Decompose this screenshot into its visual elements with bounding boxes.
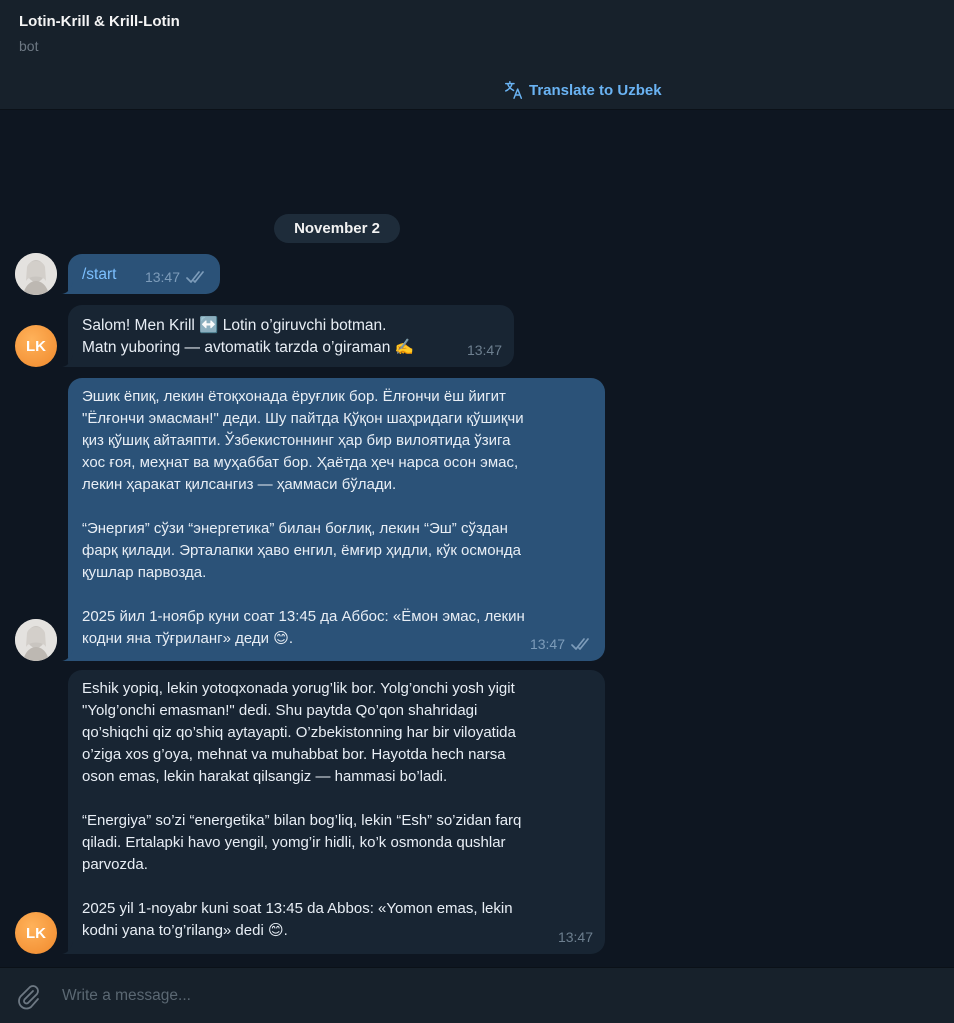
bubble-tail — [61, 355, 73, 367]
user-avatar[interactable] — [15, 619, 57, 661]
translate-label: Translate to Uzbek — [529, 81, 662, 99]
message-input[interactable] — [62, 982, 922, 1010]
bot-avatar-initials: LK — [26, 337, 46, 355]
read-checks-icon — [186, 271, 204, 283]
message-time: 13:47 — [557, 929, 593, 945]
bubble-tail — [61, 942, 73, 954]
bubble-tail — [61, 282, 73, 294]
chat-title[interactable]: Lotin-Krill & Krill-Lotin — [19, 13, 180, 30]
bot-avatar[interactable]: LK — [15, 912, 57, 954]
message-text[interactable]: Salom! Men Krill ↔️ Lotin o’giruvchi bot… — [82, 315, 514, 359]
message-time: 13:47 — [144, 269, 180, 285]
message-time: 13:47 — [529, 636, 565, 652]
message-bubble-outgoing[interactable]: /start 13:47 — [61, 254, 220, 294]
user-avatar[interactable] — [15, 253, 57, 295]
message-bubble-outgoing[interactable]: Эшик ёпиқ, лекин ётоқхонада ёруғлик бор.… — [61, 378, 605, 661]
message-bubble-incoming[interactable]: Eshik yopiq, lekin yotoqxonada yorug’lik… — [61, 670, 605, 954]
user-avatar-image — [15, 253, 57, 295]
bubble-tail — [61, 649, 73, 661]
chat-header[interactable]: Lotin-Krill & Krill-Lotin bot Translate … — [0, 0, 954, 110]
paperclip-icon[interactable] — [14, 982, 42, 1010]
date-separator: November 2 — [274, 214, 400, 243]
chat-subtitle: bot — [19, 38, 39, 54]
message-composer — [0, 967, 954, 1023]
message-time: 13:47 — [466, 342, 502, 358]
bot-avatar-initials: LK — [26, 924, 46, 942]
message-bubble-incoming[interactable]: Salom! Men Krill ↔️ Lotin o’giruvchi bot… — [61, 305, 514, 367]
bot-avatar[interactable]: LK — [15, 325, 57, 367]
user-avatar-image — [15, 619, 57, 661]
message-text[interactable]: Eshik yopiq, lekin yotoqxonada yorug’lik… — [82, 678, 595, 942]
message-text[interactable]: Эшик ёпиқ, лекин ётоқхонада ёруғлик бор.… — [82, 386, 595, 650]
translate-button[interactable]: Translate to Uzbek — [503, 79, 662, 101]
translate-icon — [505, 81, 523, 99]
message-text[interactable]: /start — [82, 266, 116, 283]
read-checks-icon — [571, 638, 589, 650]
